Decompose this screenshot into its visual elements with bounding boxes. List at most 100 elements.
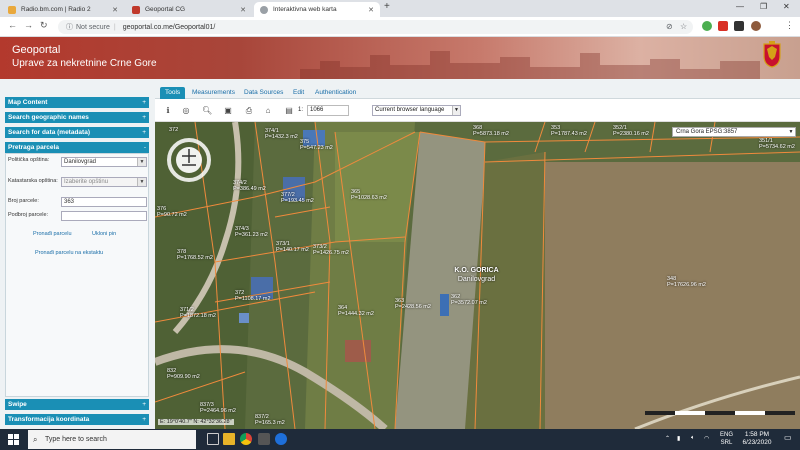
parcel-label: 377/2 P=193.45 m2 xyxy=(281,192,314,204)
parcel-label: 368 P=5873.18 m2 xyxy=(473,125,509,137)
block-icon[interactable]: ⊘ xyxy=(666,22,673,31)
maximize-icon[interactable]: ❐ xyxy=(760,2,767,11)
wifi-icon[interactable]: ◠ xyxy=(704,435,709,442)
forward-icon[interactable]: → xyxy=(24,20,33,30)
language-indicator[interactable]: ENG SRL xyxy=(720,431,733,447)
close-icon[interactable]: ✕ xyxy=(368,6,374,14)
parcel-label: 348 P=17626.96 m2 xyxy=(667,276,706,288)
subparcel-input[interactable] xyxy=(61,211,147,221)
language-select[interactable]: Current browser language ▼ xyxy=(372,105,461,116)
system-clock[interactable]: 1:58 PM 6/23/2020 xyxy=(737,431,777,447)
security-label: Not secure xyxy=(76,23,110,31)
accordion-swipe[interactable]: Swipe + xyxy=(5,399,149,410)
extension-icon[interactable] xyxy=(734,21,744,31)
place-municipality: Danilovgrad xyxy=(457,276,496,283)
expand-icon[interactable]: + xyxy=(142,399,146,410)
chevron-down-icon: ▼ xyxy=(452,106,460,115)
find-parcel-snapshot-link[interactable]: Pronađi parcelu na ekstaktu xyxy=(35,250,103,256)
chevron-down-icon: ▼ xyxy=(137,158,146,166)
search-placeholder: Type here to search xyxy=(45,436,107,443)
reload-icon[interactable]: ↻ xyxy=(40,20,48,31)
tab-authentication[interactable]: Authentication xyxy=(310,87,361,99)
browser-tab-web-map[interactable]: Interaktivna web karta ✕ xyxy=(254,2,380,17)
browser-tab-geoportal[interactable]: Geoportal CG ✕ xyxy=(126,2,252,17)
layers-icon[interactable]: ▤ xyxy=(284,106,294,116)
extension-icon[interactable] xyxy=(718,21,728,31)
clock-time: 1:58 PM xyxy=(744,431,770,438)
accordion-label: Pretraga parcela xyxy=(8,144,59,151)
close-icon[interactable]: ✕ xyxy=(240,6,246,14)
address-bar[interactable]: ⓘ Not secure | geoportal.co.me/Geoportal… xyxy=(58,20,693,34)
menu-icon[interactable]: ⋮ xyxy=(785,20,794,31)
minimize-icon[interactable]: — xyxy=(736,2,744,11)
remove-pin-link[interactable]: Ukloni pin xyxy=(92,231,116,237)
windows-start-icon[interactable] xyxy=(8,434,19,445)
parcel-label: 352/1 P=2380.16 m2 xyxy=(613,125,649,137)
expand-icon[interactable]: + xyxy=(142,97,146,108)
app-icon[interactable] xyxy=(258,433,270,445)
back-icon[interactable]: ← xyxy=(8,20,17,30)
accordion-label: Search geographic names xyxy=(8,114,89,121)
parcel-label: 376 P=90.72 m2 xyxy=(157,206,187,218)
tab-measurements[interactable]: Measurements xyxy=(187,87,240,99)
accordion-label: Swipe xyxy=(8,401,27,408)
zoom-icon[interactable]: 🔍︎ xyxy=(202,106,212,116)
globe-icon[interactable]: ◎ xyxy=(181,106,191,116)
expand-icon[interactable]: + xyxy=(142,127,146,138)
favicon-icon xyxy=(132,5,140,14)
find-parcel-link[interactable]: Pronađi parcelu xyxy=(33,231,72,237)
expand-icon[interactable]: + xyxy=(142,414,146,425)
parcel-label: 374/1 P=1432.3 m2 xyxy=(265,128,298,140)
tab-tools[interactable]: Tools xyxy=(160,87,186,99)
tab-label: Radio.bm.com | Radio 2 xyxy=(21,6,91,13)
cursor-coordinates: E: 19°0'40.7" N: 42°32'36.28" xyxy=(158,419,234,425)
browser-toolbar: ← → ↻ ⓘ Not secure | geoportal.co.me/Geo… xyxy=(0,17,800,37)
volume-icon[interactable]: 🔈︎ xyxy=(691,435,695,442)
new-tab-button[interactable]: + xyxy=(384,1,390,12)
task-view-icon[interactable] xyxy=(207,433,219,445)
taskbar-search[interactable]: ⌕ Type here to search xyxy=(28,430,196,449)
accordion-coordinate-transform[interactable]: Transformacija koordinata + xyxy=(5,414,149,425)
notification-icon[interactable]: ▭ xyxy=(784,433,792,442)
cadastral-select[interactable]: Izaberite opštinu ▼ xyxy=(61,177,147,187)
parcel-number-input[interactable]: 363 xyxy=(61,197,147,207)
language-value: Current browser language xyxy=(375,107,445,113)
subparcel-label: Podbroj parcele: xyxy=(8,212,49,218)
tab-label: Geoportal CG xyxy=(145,6,186,13)
close-window-icon[interactable]: ✕ xyxy=(783,2,790,11)
info-icon[interactable]: ⓘ xyxy=(66,22,73,32)
expand-icon[interactable]: + xyxy=(142,112,146,123)
save-icon[interactable]: ▣ xyxy=(223,106,233,116)
file-explorer-icon[interactable] xyxy=(223,433,235,445)
crs-select[interactable]: Crna Gora EPSG:3857 ▼ xyxy=(672,127,796,137)
municipality-select[interactable]: Danilovgrad ▼ xyxy=(61,157,147,167)
accordion-search-geographic-names[interactable]: Search geographic names + xyxy=(5,112,149,123)
accordion-label: Search for data (metadata) xyxy=(8,129,90,136)
scale-input[interactable]: 1066 xyxy=(307,105,349,116)
info-icon[interactable]: ℹ xyxy=(163,106,173,116)
parcel-label: 832 P=909.90 m2 xyxy=(167,368,200,380)
chrome-icon[interactable] xyxy=(240,433,252,445)
tab-edit[interactable]: Edit xyxy=(288,87,309,99)
collapse-icon[interactable]: - xyxy=(144,142,146,153)
clock-date: 6/23/2020 xyxy=(742,439,772,446)
parcel-label: 365 P=1028.63 m2 xyxy=(351,189,387,201)
map-toolbar: ℹ ◎ 🔍︎ ▣ ⎙ ⌂ ▤ xyxy=(155,100,800,122)
tab-data-sources[interactable]: Data Sources xyxy=(239,87,288,99)
accordion-parcel-search[interactable]: Pretraga parcela - xyxy=(5,142,149,153)
network-icon[interactable]: ▮ xyxy=(677,435,680,442)
print-icon[interactable]: ⎙ xyxy=(244,106,254,116)
close-icon[interactable]: ✕ xyxy=(112,6,118,14)
avatar[interactable] xyxy=(751,21,761,31)
tray-chevron-icon[interactable]: ⌃ xyxy=(665,435,670,442)
bluetooth-icon[interactable] xyxy=(275,433,287,445)
home-icon[interactable]: ⌂ xyxy=(263,106,273,116)
extension-icon[interactable] xyxy=(702,21,712,31)
browser-tab-radio[interactable]: Radio.bm.com | Radio 2 ✕ xyxy=(2,2,124,17)
browser-tab-strip: Radio.bm.com | Radio 2 ✕ Geoportal CG ✕ … xyxy=(0,0,800,17)
map-canvas[interactable]: 374/1 P=1432.3 m2 375 P=547.23 m2 368 P=587… xyxy=(155,122,800,429)
star-icon[interactable]: ☆ xyxy=(680,22,687,31)
accordion-map-content[interactable]: Map Content + xyxy=(5,97,149,108)
accordion-search-metadata[interactable]: Search for data (metadata) + xyxy=(5,127,149,138)
lang-bottom: SRL xyxy=(720,440,733,446)
